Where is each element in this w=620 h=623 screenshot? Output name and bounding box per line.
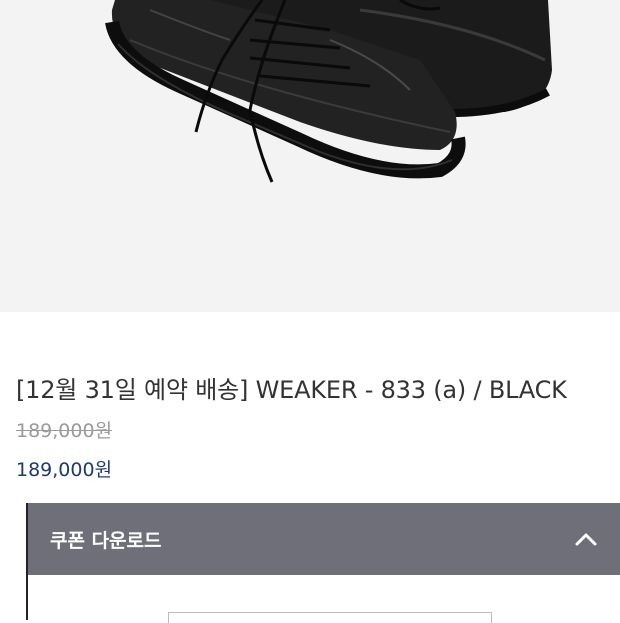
- coupon-download-label: 쿠폰 다운로드: [50, 529, 162, 552]
- sale-price: 189,000원: [16, 459, 113, 481]
- product-title: [12월 31일 예약 배송] WEAKER - 833 (a) / BLACK: [16, 376, 567, 404]
- product-image[interactable]: [0, 0, 620, 312]
- original-price: 189,000원: [16, 420, 113, 442]
- coupon-list-box: [168, 612, 492, 623]
- sneaker-illustration: [105, 0, 552, 183]
- coupon-download-toggle[interactable]: 쿠폰 다운로드: [28, 503, 620, 575]
- chevron-up-icon[interactable]: [572, 525, 600, 553]
